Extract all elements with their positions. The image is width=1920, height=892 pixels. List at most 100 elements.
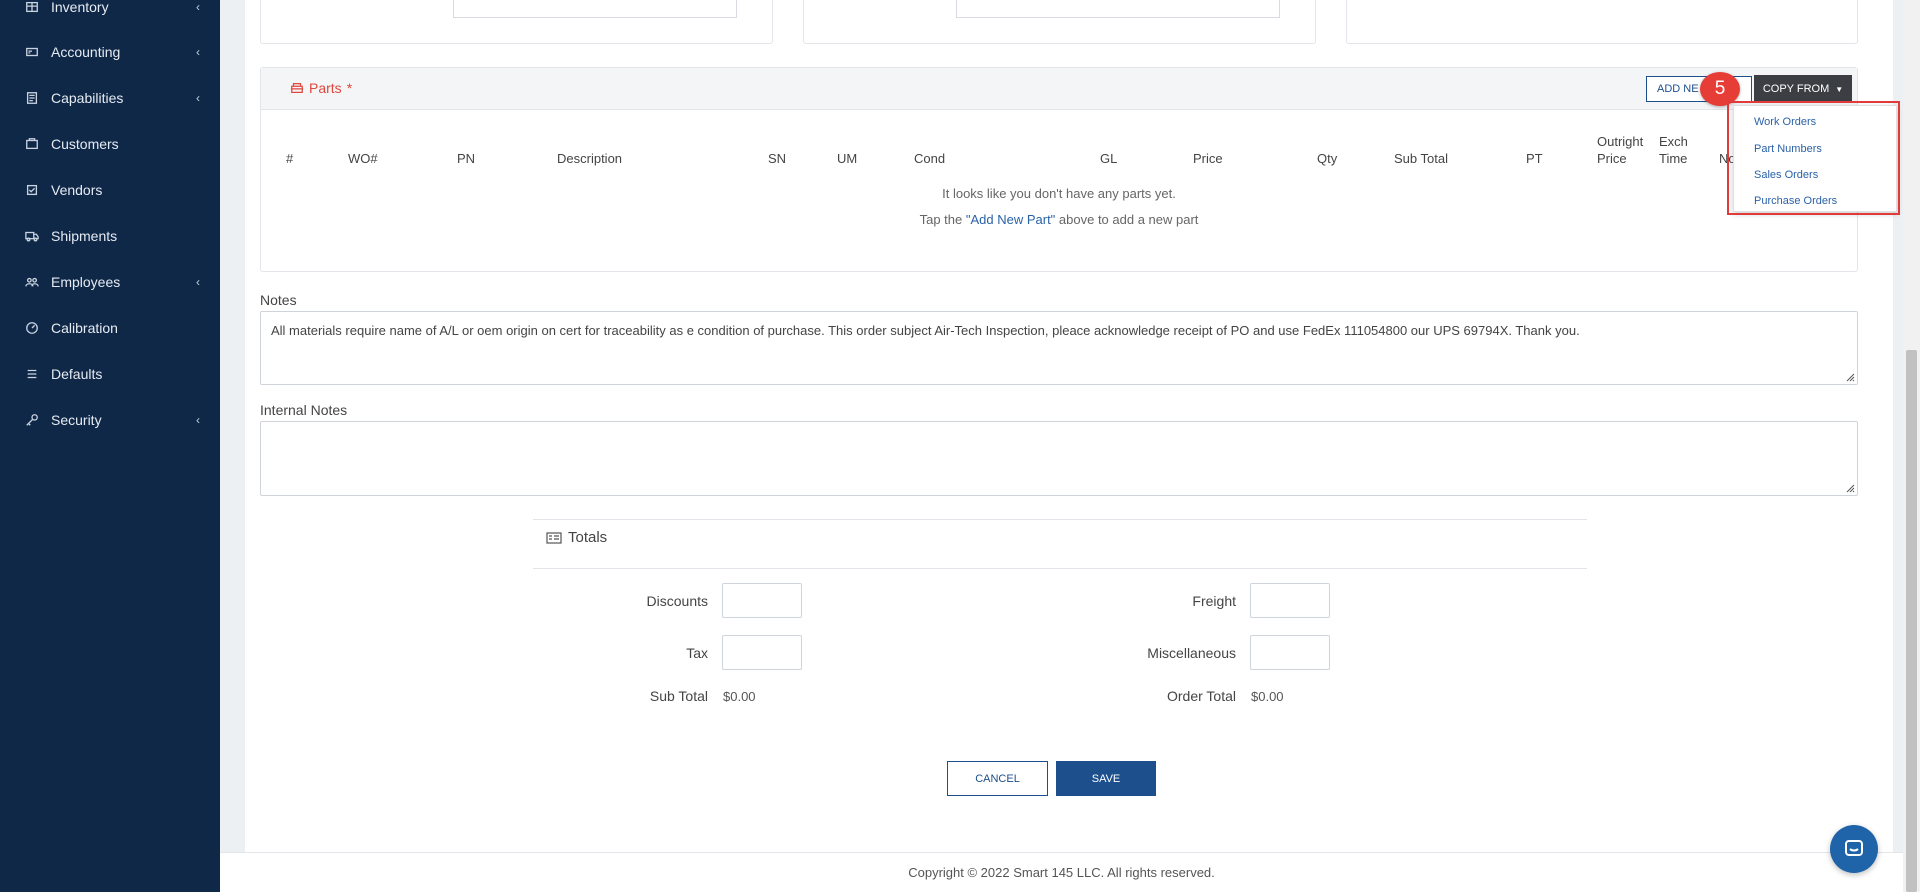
parts-box-icon [290, 83, 304, 93]
sidebar-item-label: Accounting [51, 44, 121, 60]
col-header-sn: SN [768, 151, 787, 166]
sidebar-item-customers[interactable]: Customers [0, 124, 220, 164]
discounts-label: Discounts [646, 593, 708, 609]
notes-text: All materials require name of A/L or oem… [271, 323, 1580, 338]
accounting-icon [24, 44, 40, 60]
empty-hint-suffix: above to add a new part [1055, 212, 1199, 227]
col-header-wo: WO# [348, 151, 378, 166]
capabilities-icon [24, 90, 40, 106]
empty-message: It looks like you don't have any parts y… [942, 186, 1176, 201]
top-input-1[interactable] [453, 0, 737, 18]
sidebar: Inventory ‹ Accounting ‹ Capabilities ‹ … [0, 0, 220, 892]
col-header-pt: PT [1526, 151, 1543, 166]
col-header-description: Description [557, 151, 623, 166]
empty-hint-prefix: Tap the [919, 212, 966, 227]
sidebar-item-label: Capabilities [51, 90, 124, 106]
chevron-left-icon: ‹ [196, 275, 200, 289]
sidebar-item-label: Employees [51, 274, 121, 290]
parts-title-text: Parts [309, 80, 342, 96]
copy-from-label: COPY FROM [1762, 83, 1830, 95]
sidebar-item-security[interactable]: Security ‹ [0, 400, 220, 440]
page-scrollbar[interactable] [1903, 0, 1920, 892]
sidebar-item-employees[interactable]: Employees ‹ [0, 262, 220, 302]
sidebar-item-label: Inventory [51, 0, 109, 15]
add-new-part-link[interactable]: "Add New Part" [966, 212, 1055, 227]
internal-notes-textarea[interactable] [260, 421, 1858, 496]
top-card-3 [1346, 0, 1858, 44]
sidebar-item-accounting[interactable]: Accounting ‹ [0, 32, 220, 72]
sidebar-item-defaults[interactable]: Defaults [0, 354, 220, 394]
highlight-box [1727, 101, 1900, 215]
freight-input[interactable] [1250, 583, 1330, 618]
sidebar-item-label: Vendors [51, 182, 103, 198]
internal-notes-label: Internal Notes [260, 402, 348, 418]
discounts-input[interactable] [722, 583, 802, 618]
chat-icon [1845, 840, 1863, 856]
shipments-icon [24, 228, 40, 244]
resize-grip-icon[interactable] [1846, 373, 1855, 382]
totals-title-text: Totals [568, 529, 608, 546]
order-total-value: $0.00 [1251, 689, 1284, 704]
list-icon [24, 366, 40, 382]
vendors-icon [24, 182, 40, 198]
inventory-icon [24, 0, 40, 15]
col-header-price: Price [1193, 151, 1223, 166]
notes-textarea[interactable]: All materials require name of A/L or oem… [260, 311, 1858, 385]
sidebar-item-label: Defaults [51, 366, 103, 382]
totals-title: Totals [546, 529, 607, 546]
parts-header: Parts * ADD NE COPY FROM ▼ 5 [261, 68, 1857, 110]
col-header-gl: GL [1100, 151, 1118, 166]
sidebar-item-inventory[interactable]: Inventory ‹ [0, 0, 220, 27]
totals-divider-bottom [533, 568, 1587, 569]
key-icon [24, 412, 40, 428]
tax-label: Tax [686, 645, 708, 661]
col-header-cond: Cond [914, 151, 946, 166]
col-header-exch-time: Exch Time [1659, 134, 1688, 166]
parts-panel: Parts * ADD NE COPY FROM ▼ 5 # WO# PN De… [260, 67, 1858, 272]
totals-divider-top [533, 519, 1587, 520]
chevron-left-icon: ‹ [196, 45, 200, 59]
chat-button[interactable] [1830, 825, 1878, 873]
scrollbar-thumb[interactable] [1906, 350, 1917, 892]
chevron-left-icon: ‹ [196, 413, 200, 427]
customers-icon [24, 136, 40, 152]
empty-hint: Tap the "Add New Part" above to add a ne… [261, 212, 1857, 227]
order-total-label: Order Total [1167, 688, 1236, 704]
calculator-icon [546, 531, 562, 544]
required-mark: * [346, 80, 353, 96]
top-input-2[interactable] [956, 0, 1280, 18]
sidebar-item-vendors[interactable]: Vendors [0, 170, 220, 210]
sidebar-item-label: Security [51, 412, 102, 428]
col-header-qty: Qty [1317, 151, 1338, 166]
sidebar-item-label: Customers [51, 136, 119, 152]
cancel-button[interactable]: CANCEL [947, 761, 1048, 796]
chevron-left-icon: ‹ [196, 91, 200, 105]
save-button[interactable]: SAVE [1056, 761, 1156, 796]
sidebar-item-calibration[interactable]: Calibration [0, 308, 220, 348]
freight-label: Freight [1192, 593, 1236, 609]
col-header-um: UM [837, 151, 858, 166]
notes-label: Notes [260, 292, 297, 308]
calibration-icon [24, 320, 40, 336]
copy-from-button[interactable]: COPY FROM ▼ [1754, 75, 1852, 103]
sidebar-item-label: Calibration [51, 320, 118, 336]
sidebar-item-capabilities[interactable]: Capabilities ‹ [0, 78, 220, 118]
sidebar-item-label: Shipments [51, 228, 118, 244]
footer: Copyright © 2022 Smart 145 LLC. All righ… [220, 852, 1903, 892]
copyright-text: Copyright © 2022 Smart 145 LLC. All righ… [908, 865, 1215, 880]
sub-total-label: Sub Total [649, 688, 708, 704]
tax-input[interactable] [722, 635, 802, 670]
resize-grip-icon[interactable] [1846, 484, 1855, 493]
sidebar-item-shipments[interactable]: Shipments [0, 216, 220, 256]
sub-total-value: $0.00 [723, 689, 756, 704]
miscellaneous-input[interactable] [1250, 635, 1330, 670]
col-header-pn: PN [457, 151, 476, 166]
miscellaneous-label: Miscellaneous [1147, 645, 1236, 661]
col-header-outright-price: Outright Price [1597, 134, 1644, 166]
col-header-number: # [286, 151, 294, 166]
caret-down-icon: ▼ [1835, 84, 1844, 94]
parts-title: Parts * [290, 80, 352, 96]
employees-icon [24, 274, 40, 290]
chevron-left-icon: ‹ [196, 0, 200, 14]
col-header-sub-total: Sub Total [1394, 151, 1448, 166]
